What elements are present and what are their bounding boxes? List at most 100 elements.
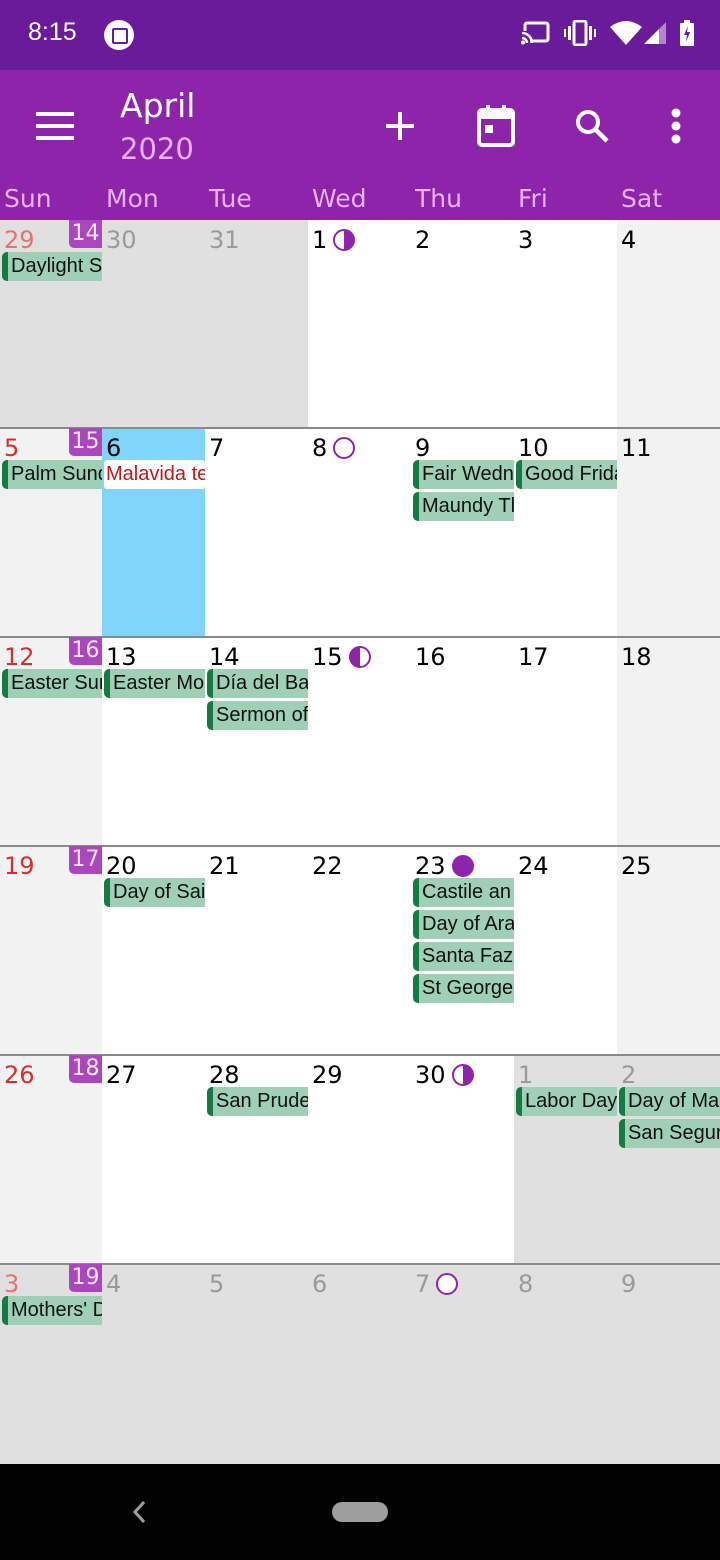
day-cell[interactable]: 19 xyxy=(0,846,102,1055)
day-number: 3 xyxy=(518,226,534,254)
event-chip[interactable]: San Segur xyxy=(619,1119,720,1148)
day-cell[interactable]: 4 xyxy=(102,1264,205,1464)
day-number: 2 xyxy=(621,1061,637,1089)
day-cell[interactable]: 29 xyxy=(308,1055,411,1264)
day-cell[interactable]: 3 Mothers' D xyxy=(0,1264,102,1464)
day-cell[interactable]: 15 xyxy=(308,637,411,846)
day-number: 6 xyxy=(312,1270,328,1298)
event-list: Day of Ma San Segur xyxy=(619,1087,720,1151)
day-number: 31 xyxy=(209,226,240,254)
day-cell[interactable]: 5 Palm Sund xyxy=(0,428,102,637)
event-chip[interactable]: Día del Ba xyxy=(207,669,308,698)
week-number-badge: 16 xyxy=(69,637,102,665)
app-bar: April 2020 Sun Mon Tue Wed Thu Fri Sat xyxy=(0,70,720,220)
day-cell[interactable]: 25 xyxy=(617,846,720,1055)
day-cell[interactable]: 22 xyxy=(308,846,411,1055)
event-chip[interactable]: Day of Ma xyxy=(619,1087,720,1116)
week-divider xyxy=(0,1054,720,1056)
day-cell[interactable]: 18 xyxy=(617,637,720,846)
day-cell[interactable]: 24 xyxy=(514,846,617,1055)
event-chip[interactable]: Santa Faz xyxy=(413,942,514,971)
day-cell[interactable]: 2 xyxy=(411,220,514,428)
status-time: 8:15 xyxy=(28,18,77,46)
more-options-button[interactable] xyxy=(650,100,702,152)
cast-icon xyxy=(520,21,550,45)
event-chip[interactable]: Easter Sun xyxy=(2,669,102,698)
day-cell[interactable]: 9 xyxy=(617,1264,720,1464)
day-cell[interactable]: 23 Castile an Day of Ara Santa Faz St George… xyxy=(411,846,514,1055)
home-button[interactable] xyxy=(332,1502,388,1522)
event-list: Easter Sun xyxy=(2,669,102,701)
menu-icon xyxy=(36,112,74,116)
wifi-icon xyxy=(610,21,642,45)
event-chip[interactable]: Castile an xyxy=(413,878,514,907)
day-number: 12 xyxy=(4,643,35,671)
menu-button[interactable] xyxy=(36,110,76,142)
day-cell[interactable]: 5 xyxy=(205,1264,308,1464)
go-to-today-button[interactable] xyxy=(470,100,522,152)
event-chip[interactable]: Daylight S xyxy=(2,252,102,281)
notification-app-icon xyxy=(104,20,134,50)
event-list: Daylight S xyxy=(2,252,102,284)
day-cell[interactable]: 3 xyxy=(514,220,617,428)
day-cell[interactable]: 30 xyxy=(102,220,205,428)
day-number: 10 xyxy=(518,434,549,462)
day-number: 24 xyxy=(518,852,549,880)
event-chip[interactable]: Fair Wedn xyxy=(413,460,514,489)
day-cell[interactable]: 2 Day of Ma San Segur xyxy=(617,1055,720,1264)
weekday-label: Wed xyxy=(312,184,367,213)
add-event-button[interactable] xyxy=(374,100,426,152)
day-cell[interactable]: 1 Labor Day xyxy=(514,1055,617,1264)
day-cell[interactable]: 28 San Prude xyxy=(205,1055,308,1264)
day-cell[interactable]: 9 Fair Wedn Maundy Th xyxy=(411,428,514,637)
event-chip[interactable]: St George' xyxy=(413,974,514,1003)
event-chip[interactable]: Easter Mo xyxy=(104,669,205,698)
day-cell[interactable]: 27 xyxy=(102,1055,205,1264)
event-chip[interactable]: Day of Sai xyxy=(104,878,205,907)
moon-phase-new-icon xyxy=(333,437,355,459)
back-button[interactable] xyxy=(128,1496,152,1528)
event-chip[interactable]: Sermon of xyxy=(207,701,308,730)
menu-icon-bar xyxy=(36,136,74,140)
event-chip[interactable]: Labor Day xyxy=(516,1087,617,1116)
day-cell[interactable]: 8 xyxy=(514,1264,617,1464)
year-subtitle[interactable]: 2020 xyxy=(120,132,194,166)
day-cell[interactable]: 30 xyxy=(411,1055,514,1264)
day-cell[interactable]: 8 xyxy=(308,428,411,637)
day-number: 20 xyxy=(106,852,137,880)
search-button[interactable] xyxy=(566,100,618,152)
event-list: Labor Day xyxy=(516,1087,617,1119)
event-chip[interactable]: San Prude xyxy=(207,1087,308,1116)
event-chip[interactable]: Mothers' D xyxy=(2,1296,102,1325)
event-chip[interactable]: Day of Ara xyxy=(413,910,514,939)
day-cell[interactable]: 14 Día del Ba Sermon of xyxy=(205,637,308,846)
day-cell[interactable]: 20 Day of Sai xyxy=(102,846,205,1055)
weekday-label: Tue xyxy=(209,184,252,213)
day-cell[interactable]: 6 Malavida te xyxy=(102,428,205,637)
week-number-badge: 18 xyxy=(69,1055,102,1083)
month-title[interactable]: April xyxy=(120,86,195,125)
day-cell[interactable]: 13 Easter Mo xyxy=(102,637,205,846)
day-cell[interactable]: 10 Good Frida xyxy=(514,428,617,637)
day-cell[interactable]: 31 xyxy=(205,220,308,428)
weekday-label: Mon xyxy=(106,184,159,213)
day-cell[interactable]: 17 xyxy=(514,637,617,846)
day-number: 28 xyxy=(209,1061,240,1089)
day-cell[interactable]: 6 xyxy=(308,1264,411,1464)
event-chip[interactable]: Good Frida xyxy=(516,460,617,489)
day-cell[interactable]: 26 xyxy=(0,1055,102,1264)
day-cell[interactable]: 7 xyxy=(411,1264,514,1464)
day-cell[interactable]: 16 xyxy=(411,637,514,846)
today-icon xyxy=(477,105,515,147)
day-cell[interactable]: 4 xyxy=(617,220,720,428)
event-chip[interactable]: Maundy Th xyxy=(413,492,514,521)
day-cell[interactable]: 11 xyxy=(617,428,720,637)
event-chip[interactable]: Palm Sund xyxy=(2,460,102,489)
day-cell[interactable]: 21 xyxy=(205,846,308,1055)
event-chip[interactable]: Malavida te xyxy=(104,460,205,489)
day-cell[interactable]: 12 Easter Sun xyxy=(0,637,102,846)
day-cell[interactable]: 1 xyxy=(308,220,411,428)
day-cell[interactable]: 29 Daylight S xyxy=(0,220,102,428)
day-cell[interactable]: 7 xyxy=(205,428,308,637)
weekday-header: Sun Mon Tue Wed Thu Fri Sat xyxy=(0,182,720,220)
